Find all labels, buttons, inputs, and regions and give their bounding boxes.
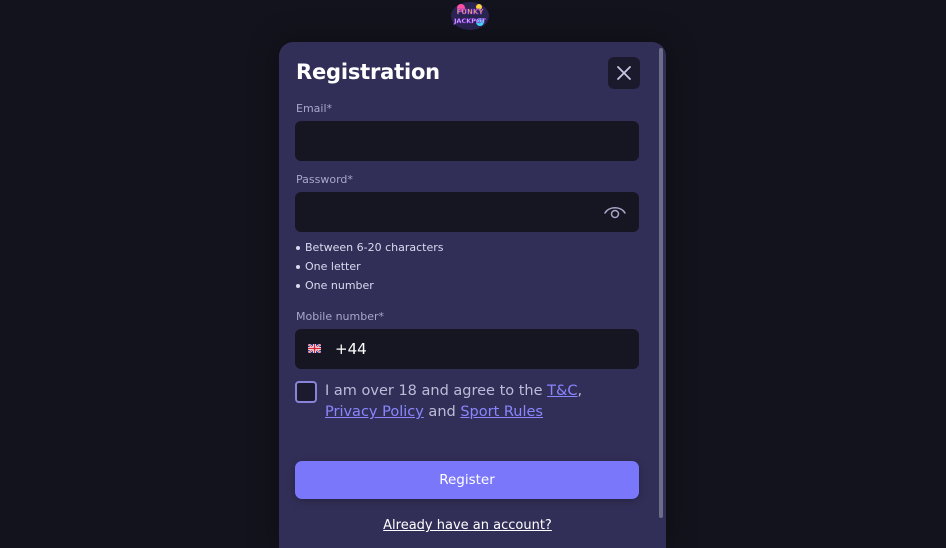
- password-label: Password*: [296, 173, 353, 186]
- mobile-field-container[interactable]: +44: [295, 329, 639, 369]
- modal-title: Registration: [296, 60, 440, 84]
- scrollbar[interactable]: [659, 48, 663, 518]
- password-rule: One number: [296, 276, 444, 295]
- password-rule: One letter: [296, 257, 444, 276]
- close-icon: [617, 66, 631, 80]
- bullet-icon: [296, 264, 300, 269]
- uk-flag-icon[interactable]: [308, 344, 321, 353]
- consent-text: I am over 18 and agree to the T&C, Priva…: [325, 383, 583, 420]
- password-rules: Between 6-20 characters One letter One n…: [296, 238, 444, 295]
- scrollbar-thumb[interactable]: [659, 48, 663, 518]
- mobile-label: Mobile number*: [296, 310, 385, 323]
- email-field[interactable]: [307, 121, 611, 163]
- bullet-icon: [296, 245, 300, 250]
- email-label: Email*: [296, 102, 333, 115]
- privacy-policy-link[interactable]: Privacy Policy: [325, 404, 424, 420]
- svg-text:FUNKY: FUNKY: [457, 8, 485, 16]
- password-field[interactable]: [307, 192, 611, 234]
- password-rule: Between 6-20 characters: [296, 238, 444, 257]
- logo: FUNKY JACKPOT: [451, 2, 489, 30]
- register-button[interactable]: Register: [295, 461, 639, 499]
- sport-rules-link[interactable]: Sport Rules: [460, 404, 543, 420]
- phone-prefix: +44: [335, 340, 367, 358]
- login-link[interactable]: Already have an account?: [279, 518, 656, 533]
- bullet-icon: [296, 283, 300, 288]
- registration-modal: Registration Email* Password* Between 6-…: [279, 42, 666, 548]
- password-field-container[interactable]: [295, 192, 639, 234]
- page: FUNKY JACKPOT Registration Email* Passwo…: [0, 0, 946, 548]
- svg-text:JACKPOT: JACKPOT: [453, 17, 487, 25]
- age-consent-checkbox[interactable]: [295, 381, 317, 403]
- tc-link[interactable]: T&C: [547, 383, 577, 399]
- email-field-container[interactable]: [295, 121, 639, 163]
- eye-icon[interactable]: [603, 203, 627, 221]
- close-button[interactable]: [608, 57, 640, 89]
